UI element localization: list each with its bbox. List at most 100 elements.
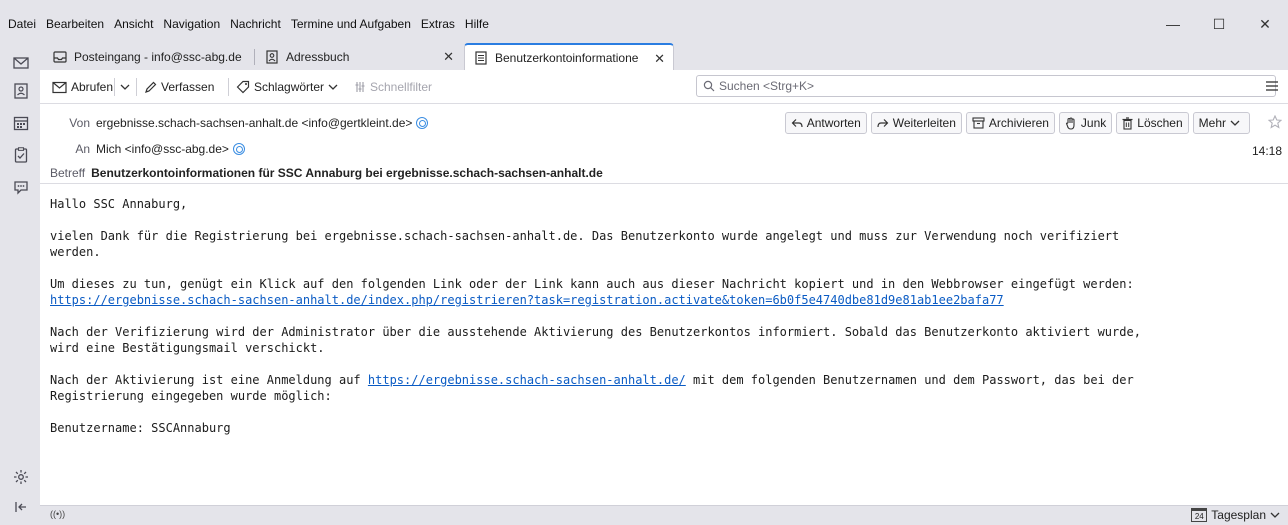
tasks-space-icon[interactable] (10, 144, 32, 166)
tab-separator (254, 49, 255, 65)
to-row: An Mich <info@ssc-abg.de> (50, 142, 245, 156)
menu-ansicht[interactable]: Ansicht (109, 17, 158, 31)
menu-nachricht[interactable]: Nachricht (225, 17, 286, 31)
get-messages-label: Abrufen (71, 80, 114, 94)
tab-inbox[interactable]: Posteingang - info@ssc-abg.de (44, 43, 252, 70)
search-placeholder: Suchen <Strg+K> (719, 79, 815, 93)
from-value[interactable]: ergebnisse.schach-sachsen-anhalt.de <inf… (96, 116, 412, 130)
today-pane-button[interactable]: 24 Tagesplan (1191, 508, 1280, 522)
compose-label: Verfassen (161, 80, 215, 94)
message-icon (473, 50, 489, 66)
get-messages-dropdown-icon[interactable] (120, 78, 134, 96)
addressbook-icon (264, 49, 280, 65)
message-body: Hallo SSC Annaburg, vielen Dank für die … (40, 184, 1288, 505)
menu-navigation[interactable]: Navigation (158, 17, 225, 31)
header-actions: Antworten Weiterleiten Archivieren Junk … (781, 112, 1250, 134)
menu-bearbeiten[interactable]: Bearbeiten (41, 17, 109, 31)
delete-label: Löschen (1137, 116, 1183, 130)
online-status-icon[interactable]: ((•)) (50, 509, 65, 519)
activation-link[interactable]: https://ergebnisse.schach-sachsen-anhalt… (50, 293, 1004, 307)
contact-status-icon[interactable] (232, 143, 245, 155)
menu-datei[interactable]: Datei (0, 17, 41, 31)
more-label: Mehr (1198, 116, 1226, 130)
mail-space-icon[interactable] (10, 52, 32, 74)
from-row: Von ergebnisse.schach-sachsen-anhalt.de … (50, 116, 429, 130)
tab-strip: Posteingang - info@ssc-abg.de Adressbuch… (40, 40, 1288, 70)
tags-label: Schlagwörter (254, 80, 325, 94)
toolbar-separator (114, 78, 115, 96)
subject-row: Betreff Benutzerkontoinformationen für S… (50, 166, 603, 180)
archive-button[interactable]: Archivieren (965, 112, 1055, 134)
subject-value: Benutzerkontoinformationen für SSC Annab… (91, 166, 603, 180)
search-icon (703, 80, 715, 92)
archive-icon (972, 117, 985, 129)
maximize-button[interactable]: ☐ (1196, 8, 1242, 40)
forward-button[interactable]: Weiterleiten (870, 112, 962, 134)
junk-label: Junk (1080, 116, 1107, 130)
message-header: Von ergebnisse.schach-sachsen-anhalt.de … (40, 104, 1288, 184)
tab-message[interactable]: Benutzerkontoinformatione ✕ (464, 43, 674, 70)
calendar-day-icon: 24 (1191, 508, 1208, 522)
search-input[interactable]: Suchen <Strg+K> (696, 75, 1276, 97)
addressbook-space-icon[interactable] (10, 80, 32, 102)
from-label: Von (69, 116, 90, 130)
calendar-space-icon[interactable] (10, 112, 32, 134)
chat-space-icon[interactable] (10, 176, 32, 198)
menu-termine[interactable]: Termine und Aufgaben (286, 17, 416, 31)
inbox-icon (52, 49, 68, 65)
close-window-button[interactable]: ✕ (1242, 8, 1288, 40)
reply-label: Antworten (806, 116, 861, 130)
trash-icon (1122, 116, 1133, 130)
paragraph-login: Nach der Aktivierung ist eine Anmeldung … (50, 372, 1288, 404)
chevron-down-icon (1270, 512, 1280, 518)
archive-label: Archivieren (988, 116, 1049, 130)
forward-icon (877, 118, 889, 127)
tags-button[interactable]: Schlagwörter (236, 78, 342, 96)
settings-gear-icon[interactable] (10, 466, 32, 488)
forward-label: Weiterleiten (892, 116, 956, 130)
paragraph-thanks: vielen Dank für die Registrierung bei er… (50, 229, 1120, 259)
collapse-spaces-icon[interactable] (10, 496, 32, 518)
menu-extras[interactable]: Extras (416, 17, 460, 31)
menu-hilfe[interactable]: Hilfe (460, 17, 494, 31)
minimize-button[interactable]: — (1150, 8, 1196, 40)
reply-icon (791, 118, 803, 127)
to-label: An (75, 142, 90, 156)
get-messages-button[interactable]: Abrufen (52, 78, 113, 96)
message-time: 14:18 (1251, 144, 1282, 158)
subject-label: Betreff (50, 166, 86, 180)
spaces-toolbar (0, 40, 40, 525)
more-button[interactable]: Mehr (1192, 112, 1250, 134)
today-pane-label: Tagesplan (1211, 508, 1266, 522)
tab-inbox-label: Posteingang - info@ssc-abg.de (74, 49, 242, 64)
menubar: Datei Bearbeiten Ansicht Navigation Nach… (0, 8, 1288, 40)
username-line: Benutzername: SSCAnnaburg (50, 421, 231, 435)
tag-icon (236, 80, 250, 94)
reply-button[interactable]: Antworten (784, 112, 867, 134)
compose-button[interactable]: Verfassen (144, 78, 214, 96)
star-icon[interactable] (1267, 114, 1283, 132)
get-messages-icon (52, 81, 67, 93)
quick-filter-label: Schnellfilter (370, 80, 433, 94)
quick-filter-button[interactable]: Schnellfilter (354, 78, 432, 96)
greeting: Hallo SSC Annaburg, (50, 197, 188, 211)
pencil-icon (145, 81, 157, 93)
close-tab-message-icon[interactable]: ✕ (654, 51, 665, 67)
toolbar-separator (136, 78, 137, 96)
junk-button[interactable]: Junk (1058, 112, 1113, 134)
status-bar: ((•)) 24 Tagesplan (40, 505, 1288, 525)
clipped-title-strip (0, 0, 1288, 8)
tab-message-label: Benutzerkontoinformatione (495, 50, 639, 65)
to-value[interactable]: Mich <info@ssc-abg.de> (96, 142, 229, 156)
app-menu-icon[interactable] (1264, 78, 1280, 94)
tab-addressbook-label: Adressbuch (286, 49, 350, 64)
delete-button[interactable]: Löschen (1116, 112, 1189, 134)
tab-addressbook[interactable]: Adressbuch ✕ (256, 43, 462, 70)
close-tab-addressbook-icon[interactable]: ✕ (443, 49, 454, 65)
junk-icon (1065, 116, 1075, 130)
site-link[interactable]: https://ergebnisse.schach-sachsen-anhalt… (368, 373, 686, 387)
contact-status-icon[interactable] (416, 117, 429, 129)
mail-toolbar: Abrufen Verfassen Schlagwörter Schnellfi… (40, 70, 1288, 104)
filter-icon (355, 82, 365, 92)
chevron-down-icon (328, 84, 338, 90)
